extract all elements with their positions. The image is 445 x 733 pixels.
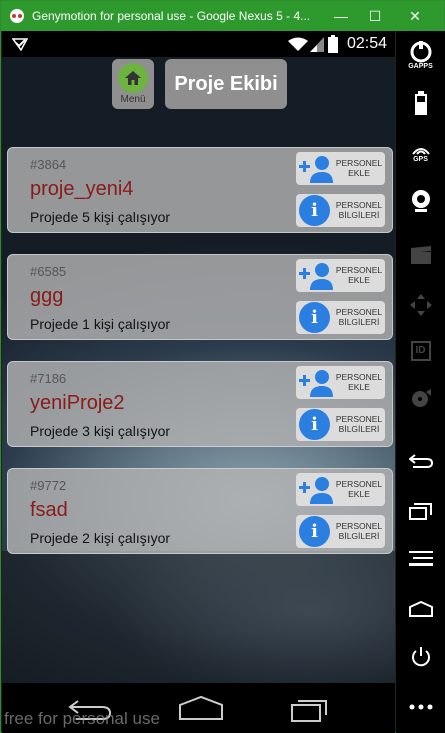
project-name: yeniProje2 xyxy=(30,392,125,414)
gapps-button[interactable]: GAPPS xyxy=(396,35,445,75)
personal-use-watermark: free for personal use xyxy=(4,709,160,728)
emulator-window: Genymotion for personal use - Google Nex… xyxy=(0,0,445,733)
window-titlebar[interactable]: Genymotion for personal use - Google Nex… xyxy=(1,1,444,31)
personnel-info-button[interactable]: i PERSONEL BİLGİLERİ xyxy=(296,408,385,441)
window-title: Genymotion for personal use - Google Nex… xyxy=(32,9,311,23)
personnel-info-label: PERSONEL BİLGİLERİ xyxy=(335,200,383,220)
add-personnel-label: PERSONEL EKLE xyxy=(335,158,383,178)
add-personnel-label: PERSONEL EKLE xyxy=(335,265,383,285)
recent-side-button[interactable] xyxy=(396,491,445,531)
add-personnel-label: PERSONEL EKLE xyxy=(335,372,383,392)
battery-icon xyxy=(328,35,338,53)
disk-button xyxy=(396,379,445,419)
project-id: #9772 xyxy=(30,478,67,493)
signal-icon xyxy=(310,37,324,52)
add-personnel-button[interactable]: PERSONEL EKLE xyxy=(296,152,385,185)
home-icon xyxy=(118,63,148,93)
maximize-button[interactable]: ☐ xyxy=(358,1,392,31)
add-person-icon xyxy=(299,370,333,397)
dpad-button xyxy=(396,285,445,325)
status-clock: 02:54 xyxy=(346,35,387,52)
genymotion-toolbar: GAPPS GPS ID xyxy=(396,31,445,733)
personnel-info-button[interactable]: i PERSONEL BİLGİLERİ xyxy=(296,301,385,334)
home-side-button[interactable] xyxy=(396,589,445,629)
gps-icon xyxy=(411,147,430,155)
android-screen: 02:54 Menü Proje Ekibi #3864 proje_yeni4… xyxy=(2,31,395,733)
personnel-info-button[interactable]: i PERSONEL BİLGİLERİ xyxy=(296,194,385,227)
project-card[interactable]: #3864 proje_yeni4 Projede 5 kişi çalışıy… xyxy=(7,147,393,233)
back-arrow-icon xyxy=(408,454,433,468)
minimize-button[interactable]: — xyxy=(324,1,358,31)
project-id: #6585 xyxy=(30,264,67,279)
more-button[interactable] xyxy=(396,687,445,727)
clapperboard-icon xyxy=(410,246,431,264)
project-member-count: Projede 1 kişi çalışıyor xyxy=(30,316,171,332)
webcam-button[interactable] xyxy=(396,181,445,221)
info-icon: i xyxy=(299,302,330,333)
add-person-icon xyxy=(299,477,333,504)
add-person-icon xyxy=(299,156,333,183)
app-header: Menü Proje Ekibi xyxy=(2,57,395,143)
device-id-button: ID xyxy=(396,331,445,371)
disk-io-icon xyxy=(411,389,431,407)
project-name: ggg xyxy=(30,285,64,307)
project-card[interactable]: #7186 yeniProje2 Projede 3 kişi çalışıyo… xyxy=(7,361,393,447)
recent-apps-side-icon xyxy=(408,503,432,520)
project-card[interactable]: #9772 fsad Projede 2 kişi çalışıyor PERS… xyxy=(7,468,393,554)
project-name: fsad xyxy=(30,499,68,521)
project-name: proje_yeni4 xyxy=(30,178,134,200)
close-button[interactable]: ✕ xyxy=(398,1,432,31)
personnel-info-button[interactable]: i PERSONEL BİLGİLERİ xyxy=(296,515,385,548)
project-member-count: Projede 3 kişi çalışıyor xyxy=(30,423,171,439)
power-icon xyxy=(411,647,430,667)
project-card[interactable]: #6585 ggg Projede 1 kişi çalışıyor PERSO… xyxy=(7,254,393,340)
capture-button xyxy=(396,235,445,275)
add-personnel-label: PERSONEL EKLE xyxy=(335,479,383,499)
gapps-icon xyxy=(410,40,431,62)
personnel-info-label: PERSONEL BİLGİLERİ xyxy=(335,414,383,434)
recent-apps-icon[interactable] xyxy=(286,693,336,723)
personnel-info-label: PERSONEL BİLGİLERİ xyxy=(335,521,383,541)
add-personnel-button[interactable]: PERSONEL EKLE xyxy=(296,473,385,506)
project-id: #7186 xyxy=(30,371,67,386)
menu-button[interactable]: Menü xyxy=(112,59,154,109)
status-bar: 02:54 xyxy=(2,31,395,57)
project-member-count: Projede 5 kişi çalışıyor xyxy=(30,209,171,225)
info-icon: i xyxy=(299,195,330,226)
add-person-icon xyxy=(299,263,333,290)
back-side-button[interactable] xyxy=(396,441,445,481)
page-title: Proje Ekibi xyxy=(165,59,287,109)
device-id-icon: ID xyxy=(410,341,431,361)
power-button[interactable] xyxy=(396,637,445,677)
genymotion-logo-icon xyxy=(10,9,24,23)
personnel-info-label: PERSONEL BİLGİLERİ xyxy=(335,307,383,327)
info-icon: i xyxy=(299,409,330,440)
menu-icon xyxy=(408,551,433,566)
battery-button[interactable] xyxy=(396,83,445,123)
wifi-icon xyxy=(288,37,308,51)
gps-button[interactable]: GPS xyxy=(396,133,445,173)
add-personnel-button[interactable]: PERSONEL EKLE xyxy=(296,366,385,399)
home-side-icon xyxy=(408,601,433,617)
project-member-count: Projede 2 kişi çalışıyor xyxy=(30,530,171,546)
more-dots-icon xyxy=(409,704,432,710)
battery-widget-icon xyxy=(414,91,427,115)
info-icon: i xyxy=(299,516,330,547)
project-id: #3864 xyxy=(30,157,67,172)
menu-label: Menü xyxy=(120,94,146,105)
notification-check-icon xyxy=(12,38,28,51)
webcam-icon xyxy=(411,190,430,212)
add-personnel-button[interactable]: PERSONEL EKLE xyxy=(296,259,385,292)
dpad-icon xyxy=(409,294,432,316)
menu-side-button[interactable] xyxy=(396,539,445,579)
home-nav-icon[interactable] xyxy=(176,693,226,723)
